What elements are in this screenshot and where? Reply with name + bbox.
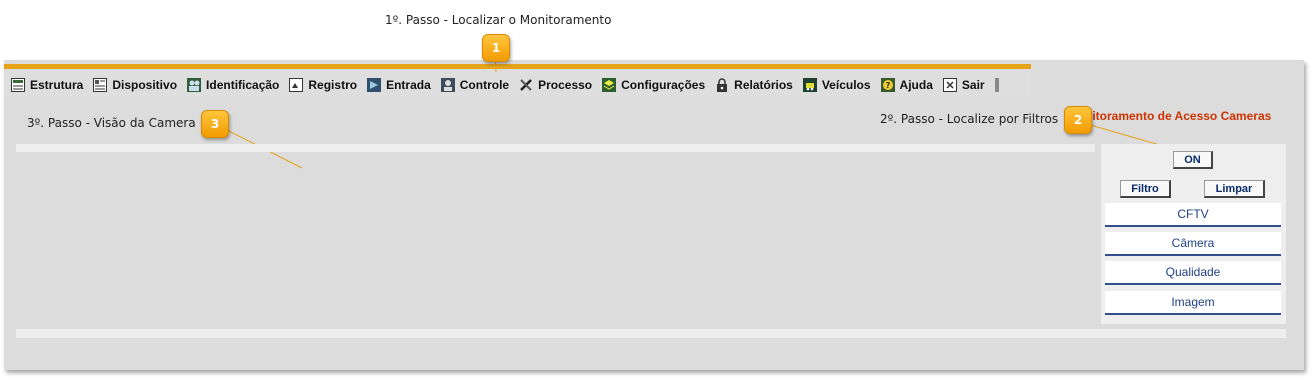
camera-view-top-strip [16,144,1095,152]
filter-row-qualidade[interactable]: Qualidade [1105,261,1281,285]
filtro-button[interactable]: Filtro [1120,180,1171,198]
step1-badge: 1 [482,34,510,62]
filter-row-cftv[interactable]: CFTV [1105,203,1281,227]
on-button[interactable]: ON [1173,151,1213,169]
step2-caption: 2º. Passo - Localize por Filtros [880,112,1059,126]
step3-caption: 3º. Passo - Visão da Camera [27,116,196,130]
filter-row-camera[interactable]: Câmera [1105,232,1281,256]
camera-view-bottom-strip [16,329,1286,338]
limpar-button[interactable]: Limpar [1204,180,1265,198]
filter-row-imagem[interactable]: Imagem [1105,291,1281,315]
step2-badge: 2 [1064,106,1092,134]
camera-view-area [16,152,1095,328]
step3-badge: 3 [201,110,229,138]
page-title: nitoramento de Acesso Cameras [1085,109,1272,123]
